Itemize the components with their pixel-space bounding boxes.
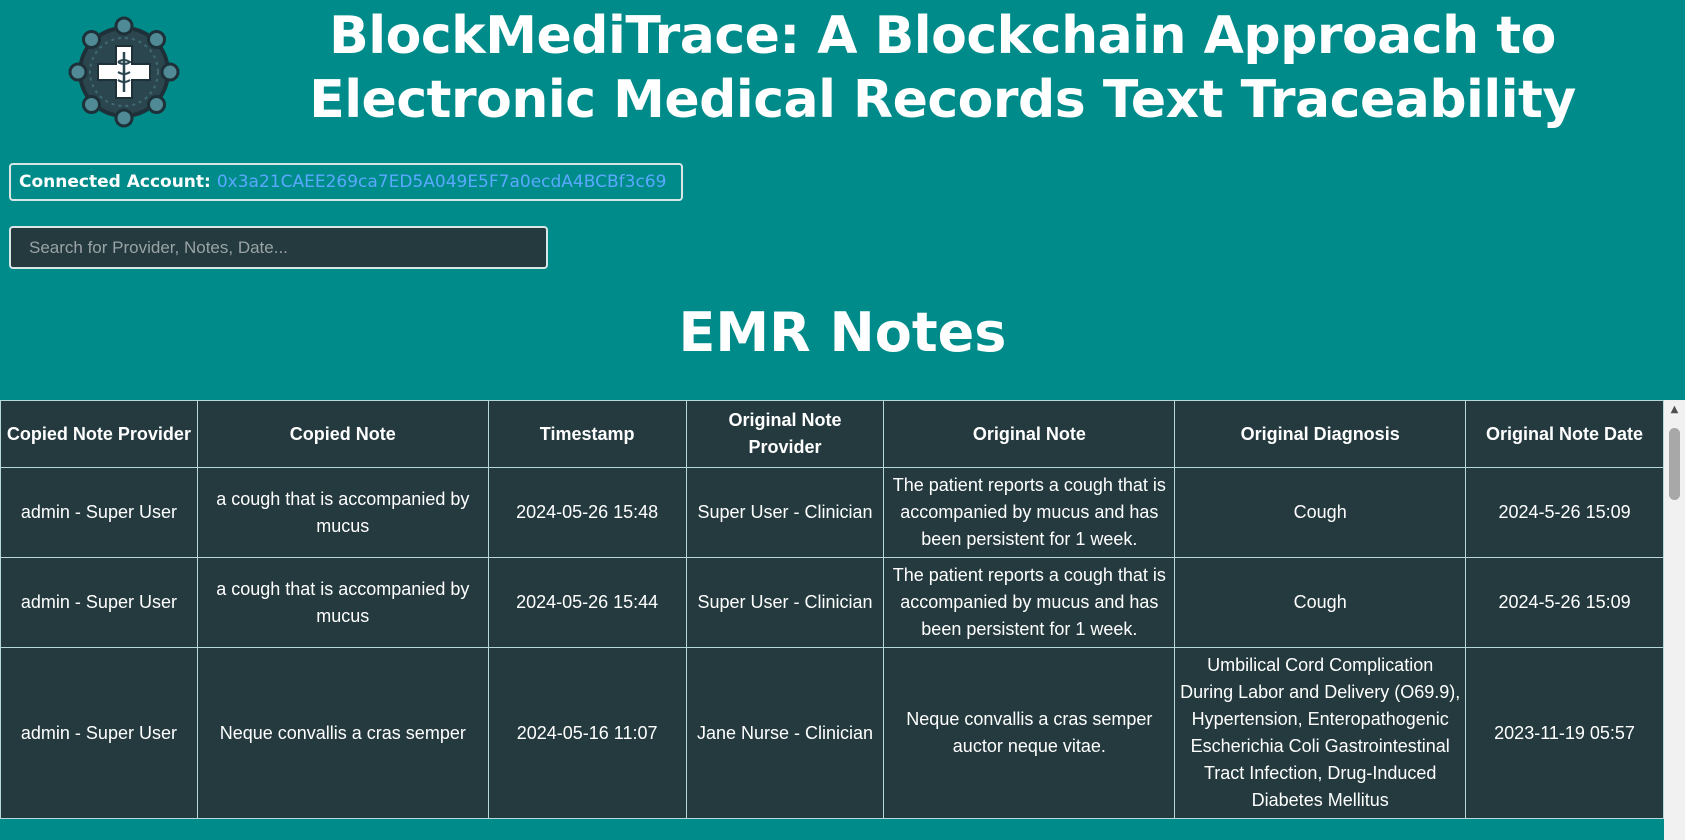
header-copied-note-provider[interactable]: Copied Note Provider — [0, 400, 198, 468]
cell-copied-note-provider: admin - Super User — [0, 557, 198, 648]
cell-copied-note-provider: admin - Super User — [0, 647, 198, 819]
search-input[interactable] — [9, 226, 548, 269]
page-title: BlockMediTrace: A Blockchain Approach to… — [200, 4, 1685, 132]
header-copied-note[interactable]: Copied Note — [196, 400, 489, 468]
cell-original-note-date: 2024-5-26 15:09 — [1465, 467, 1664, 558]
cell-timestamp: 2024-05-26 15:44 — [487, 557, 687, 648]
emr-notes-table: Copied Note Provider Copied Note Timesta… — [0, 400, 1664, 819]
cell-original-diagnosis: Cough — [1174, 467, 1467, 558]
chevron-up-icon[interactable]: ▲ — [1664, 400, 1685, 418]
cell-copied-note: a cough that is accompanied by mucus — [196, 557, 489, 648]
cell-original-note-provider: Super User - Clinician — [685, 557, 885, 648]
header-timestamp[interactable]: Timestamp — [487, 400, 687, 468]
cell-timestamp: 2024-05-26 15:48 — [487, 467, 687, 558]
table-row[interactable]: admin - Super User Neque convallis a cra… — [0, 647, 1664, 819]
table-row[interactable]: admin - Super User a cough that is accom… — [0, 467, 1664, 558]
connected-account-box: Connected Account: 0x3a21CAEE269ca7ED5A0… — [9, 163, 683, 201]
cell-original-note-provider: Jane Nurse - Clinician — [685, 647, 885, 819]
cell-copied-note: a cough that is accompanied by mucus — [196, 467, 489, 558]
cell-original-note: The patient reports a cough that is acco… — [883, 557, 1176, 648]
connected-account-address[interactable]: 0x3a21CAEE269ca7ED5A049E5F7a0ecdA4BCBf3c… — [217, 172, 667, 192]
cell-timestamp: 2024-05-16 11:07 — [487, 647, 687, 819]
cell-original-note-provider: Super User - Clinician — [685, 467, 885, 558]
cell-original-note: The patient reports a cough that is acco… — [883, 467, 1176, 558]
cell-original-note: Neque convallis a cras semper auctor neq… — [883, 647, 1176, 819]
page-header: BlockMediTrace: A Blockchain Approach to… — [0, 0, 1685, 150]
scrollbar-thumb[interactable] — [1669, 428, 1680, 500]
header-original-diagnosis[interactable]: Original Diagnosis — [1174, 400, 1467, 468]
table-row[interactable]: admin - Super User a cough that is accom… — [0, 557, 1664, 648]
table-header-row: Copied Note Provider Copied Note Timesta… — [0, 400, 1664, 468]
page-title-line-1: BlockMediTrace: A Blockchain Approach to — [329, 6, 1556, 66]
header-original-note[interactable]: Original Note — [883, 400, 1176, 468]
medical-blockchain-logo-icon — [66, 14, 182, 130]
page-title-line-2: Electronic Medical Records Text Traceabi… — [309, 70, 1576, 130]
header-original-note-provider[interactable]: Original Note Provider — [685, 400, 885, 468]
cell-original-note-date: 2023-11-19 05:57 — [1465, 647, 1664, 819]
connected-account-label: Connected Account: — [19, 172, 211, 192]
emr-notes-table-container: Copied Note Provider Copied Note Timesta… — [0, 400, 1664, 840]
cell-original-diagnosis: Umbilical Cord Complication During Labor… — [1174, 647, 1467, 819]
cell-copied-note-provider: admin - Super User — [0, 467, 198, 558]
cell-original-note-date: 2024-5-26 15:09 — [1465, 557, 1664, 648]
cell-copied-note: Neque convallis a cras semper — [196, 647, 489, 819]
table-scrollbar[interactable]: ▲ — [1664, 400, 1685, 840]
header-original-note-date[interactable]: Original Note Date — [1465, 400, 1664, 468]
section-title: EMR Notes — [678, 301, 1007, 364]
cell-original-diagnosis: Cough — [1174, 557, 1467, 648]
